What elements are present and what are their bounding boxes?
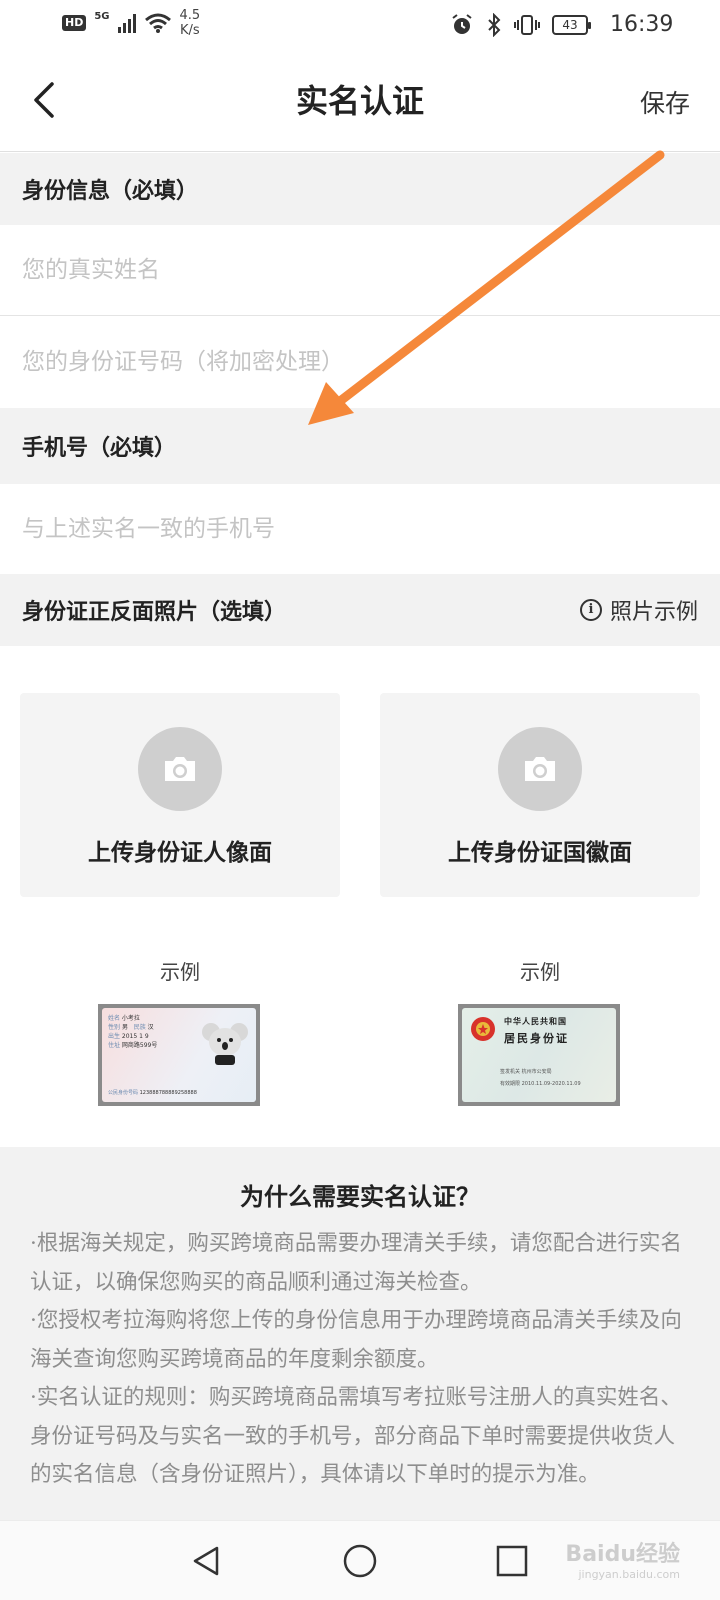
- sample-front-text: 姓名 小考拉 性别 男 民族 汉 出生 2015 1 9 住址 网商路599号: [108, 1014, 157, 1050]
- watermark-url: jingyan.baidu.com: [578, 1568, 680, 1581]
- clock: 16:39: [610, 12, 674, 37]
- status-right: 43 16:39: [450, 12, 673, 37]
- sample-id-front-image[interactable]: 姓名 小考拉 性别 男 民族 汉 出生 2015 1 9 住址 网商路599号 …: [98, 1004, 260, 1106]
- status-bar: HD 5G 4.5 K/s 43 16:39: [0, 0, 720, 48]
- camera-button: [498, 727, 582, 811]
- upload-back-label: 上传身份证国徽面: [448, 840, 632, 866]
- upload-front-card[interactable]: 上传身份证人像面: [20, 693, 340, 897]
- phone-field-row: [0, 484, 720, 574]
- nav-recent-button[interactable]: [490, 1539, 534, 1583]
- sample-birth-label: 出生: [108, 1033, 122, 1040]
- id-field-row: [0, 316, 720, 408]
- photo-section-header: 身份证正反面照片（选填） i 照片示例: [0, 574, 720, 646]
- nav-home-button[interactable]: [338, 1539, 382, 1583]
- photo-section-label: 身份证正反面照片（选填）: [22, 600, 287, 625]
- camera-icon: [525, 757, 555, 781]
- example-label-back: 示例: [520, 960, 560, 984]
- sample-ethnic: 汉: [147, 1024, 154, 1031]
- sample-back-line1: 中华人民共和国: [504, 1016, 567, 1026]
- bluetooth-icon: [488, 12, 501, 37]
- vibrate-icon: [514, 14, 540, 35]
- sample-back-authority: 签发机关 杭州市公安局: [500, 1069, 552, 1075]
- wifi-icon: [144, 13, 171, 33]
- sample-sex: 男: [121, 1024, 128, 1031]
- status-left: HD 5G 4.5 K/s: [62, 8, 200, 38]
- sample-name: 小考拉: [121, 1015, 140, 1022]
- phone-input[interactable]: [22, 516, 682, 542]
- sample-id-back-card: 中华人民共和国 居民身份证 签发机关 杭州市公安局 有效期限 2010.11.0…: [462, 1008, 616, 1102]
- nav-home-icon: [343, 1544, 377, 1578]
- why-paragraph: ·根据海关规定，购买跨境商品需要办理清关手续，请您配合进行实名认证，以确保您购买…: [30, 1231, 682, 1295]
- sample-id-row: 公民身份号码 123888788889258888: [108, 1089, 197, 1096]
- sample-id-back-image[interactable]: 中华人民共和国 居民身份证 签发机关 杭州市公安局 有效期限 2010.11.0…: [458, 1004, 620, 1106]
- sample-id-label: 公民身份号码: [108, 1090, 139, 1096]
- watermark-brand: Baidu经验: [565, 1542, 680, 1567]
- national-emblem-icon: [471, 1017, 495, 1041]
- upload-back-card[interactable]: 上传身份证国徽面: [380, 693, 700, 897]
- why-paragraph: ·您授权考拉海购将您上传的身份信息用于办理跨境商品清关手续及向海关查询您购买跨境…: [30, 1308, 682, 1372]
- sample-id-front-card: 姓名 小考拉 性别 男 民族 汉 出生 2015 1 9 住址 网商路599号 …: [102, 1008, 256, 1102]
- camera-button: [138, 727, 222, 811]
- why-text: ·根据海关规定，购买跨境商品需要办理清关手续，请您配合进行实名认证，以确保您购买…: [30, 1225, 696, 1495]
- photo-sample-label: 照片示例: [609, 600, 698, 625]
- id-number-input[interactable]: [22, 349, 682, 375]
- sample-birth: 2015 1 9: [121, 1033, 149, 1040]
- info-icon: i: [579, 599, 602, 621]
- sample-sex-label: 性别: [108, 1024, 121, 1031]
- identity-section-header: 身份信息（必填）: [0, 153, 720, 225]
- sample-back-validity: 有效期限 2010.11.09-2020.11.09: [500, 1081, 581, 1087]
- upload-front-label: 上传身份证人像面: [88, 840, 272, 866]
- sample-address: 网商路599号: [121, 1042, 158, 1049]
- nav-recent-icon: [496, 1545, 528, 1577]
- nav-bar: 实名认证 保存: [0, 48, 720, 152]
- hd-badge: HD: [62, 15, 87, 31]
- example-label-front: 示例: [160, 960, 200, 984]
- signal-icon: [117, 13, 136, 33]
- alarm-icon: [452, 13, 472, 34]
- baidu-watermark: Baidu经验 jingyan.baidu.com: [565, 1536, 680, 1581]
- phone-section-header: 手机号（必填）: [0, 408, 720, 484]
- why-paragraph: ·实名认证的规则：购买跨境商品需填写考拉账号注册人的真实姓名、身份证号码及与实名…: [30, 1385, 682, 1487]
- why-title: 为什么需要实名认证？: [240, 1182, 480, 1211]
- sample-back-line2: 居民身份证: [504, 1032, 569, 1045]
- sample-ethnic-label: 民族: [133, 1024, 146, 1031]
- nav-back-icon: [193, 1546, 219, 1576]
- save-button[interactable]: 保存: [640, 84, 690, 120]
- why-verification-box: 为什么需要实名认证？ ·根据海关规定，购买跨境商品需要办理清关手续，请您配合进行…: [0, 1147, 720, 1520]
- photo-sample-link[interactable]: i 照片示例: [579, 594, 698, 626]
- name-field-row: [0, 225, 720, 315]
- camera-icon: [165, 757, 195, 781]
- battery-icon: 43: [552, 14, 591, 35]
- koala-avatar-icon: [202, 1023, 248, 1065]
- real-name-input[interactable]: [22, 257, 682, 283]
- network-type: 5G: [94, 11, 110, 22]
- nav-back-button[interactable]: [184, 1539, 228, 1583]
- net-speed: 4.5 K/s: [179, 8, 201, 38]
- sample-id-number: 123888788889258888: [139, 1090, 197, 1096]
- sample-name-label: 姓名: [108, 1015, 122, 1022]
- page-title: 实名认证: [295, 82, 424, 120]
- sample-address-label: 住址: [108, 1042, 122, 1049]
